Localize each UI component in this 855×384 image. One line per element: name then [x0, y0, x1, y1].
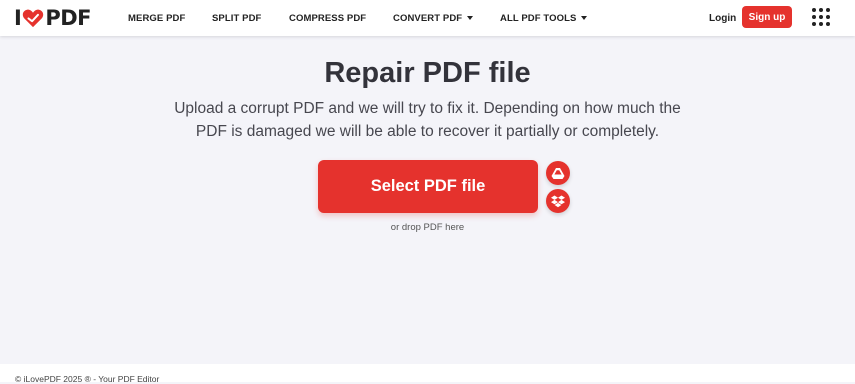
page-title: Repair PDF file — [324, 57, 531, 89]
heart-icon — [23, 9, 44, 28]
grid-dot — [826, 15, 830, 19]
grid-dot — [826, 8, 830, 12]
nav-convert-pdf[interactable]: CONVERT PDF — [393, 0, 474, 36]
grid-dot — [819, 15, 823, 19]
page-description: Upload a corrupt PDF and we will try to … — [160, 97, 695, 143]
nav-convert-pdf-label: CONVERT PDF — [393, 12, 463, 24]
nav-compress-pdf[interactable]: COMPRESS PDF — [289, 0, 366, 36]
grid-dot — [812, 8, 816, 12]
grid-dot — [812, 15, 816, 19]
nav-all-pdf-tools-label: ALL PDF TOOLS — [500, 12, 577, 24]
grid-dot — [826, 22, 830, 26]
nav-split-pdf[interactable]: SPLIT PDF — [212, 0, 261, 36]
caret-down-icon — [581, 16, 588, 20]
grid-dot — [812, 22, 816, 26]
ilovepdf-logo[interactable]: I PDF — [14, 6, 91, 30]
grid-dot — [819, 22, 823, 26]
logo-letter-i: I — [14, 6, 22, 30]
dropbox-icon — [551, 195, 565, 207]
description-line-1: Upload a corrupt PDF and we will try to … — [174, 100, 681, 117]
drop-hint-text: or drop PDF here — [390, 222, 465, 233]
caret-down-icon — [467, 16, 474, 20]
footer-copyright: © iLovePDF 2025 ® - Your PDF Editor — [15, 374, 160, 384]
google-drive-button[interactable] — [546, 161, 570, 185]
logo-text-pdf: PDF — [45, 6, 91, 30]
nav-merge-pdf[interactable]: MERGE PDF — [128, 0, 185, 36]
dropbox-button[interactable] — [546, 189, 570, 213]
description-line-2: PDF is damaged we will be able to recove… — [195, 123, 660, 140]
top-navigation-bar: I PDF MERGE PDF SPLIT PDF COMPRESS PDF C… — [0, 0, 855, 36]
signup-button[interactable]: Sign up — [742, 6, 792, 28]
nav-all-pdf-tools[interactable]: ALL PDF TOOLS — [500, 0, 588, 36]
nav-split-pdf-label: SPLIT PDF — [212, 12, 262, 24]
google-drive-icon — [551, 167, 565, 179]
select-pdf-file-button[interactable]: Select PDF file — [318, 160, 538, 213]
nav-merge-pdf-label: MERGE PDF — [128, 12, 186, 24]
grid-menu-icon[interactable] — [812, 8, 830, 26]
nav-compress-pdf-label: COMPRESS PDF — [289, 12, 367, 24]
login-link[interactable]: Login — [709, 0, 736, 36]
grid-dot — [819, 8, 823, 12]
